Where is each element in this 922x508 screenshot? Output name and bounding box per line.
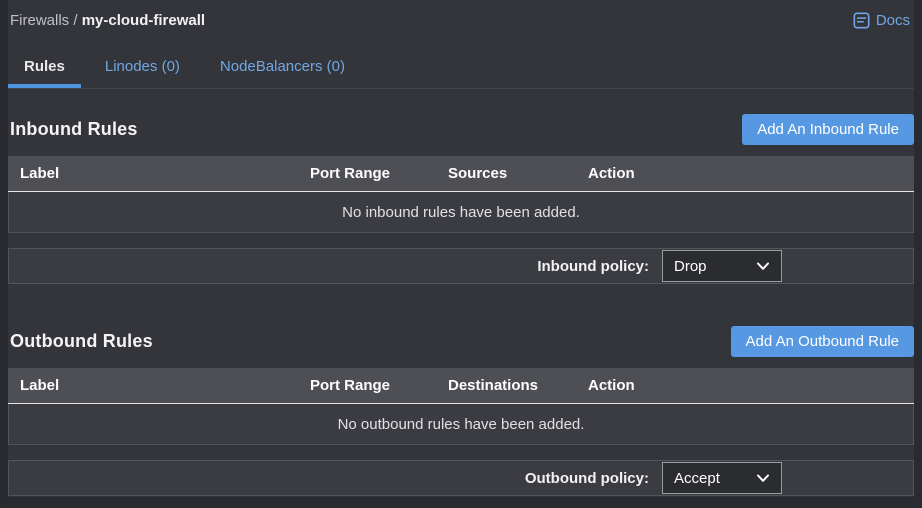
inbound-rules-table: Label Port Range Sources Action No inbou… [8,156,914,233]
chevron-down-icon [756,474,770,483]
inbound-empty-row: No inbound rules have been added. [8,192,914,233]
top-bar: Firewalls / my-cloud-firewall Docs [8,0,914,32]
docs-link-label: Docs [876,12,910,29]
docs-icon [853,12,870,29]
tab-rules[interactable]: Rules [8,48,81,88]
inbound-column-sources: Sources [448,165,588,182]
outbound-policy-label: Outbound policy: [525,470,649,487]
breadcrumb-firewalls-link[interactable]: Firewalls [10,12,69,29]
outbound-rules-table: Label Port Range Destinations Action No … [8,368,914,445]
outbound-empty-row: No outbound rules have been added. [8,404,914,445]
chevron-down-icon [756,262,770,271]
outbound-table-header-row: Label Port Range Destinations Action [8,368,914,404]
outbound-section-header: Outbound Rules Add An Outbound Rule [8,326,914,357]
inbound-empty-message: No inbound rules have been added. [342,204,580,221]
add-inbound-rule-button[interactable]: Add An Inbound Rule [742,114,914,145]
outbound-column-label: Label [8,377,310,394]
outbound-column-action: Action [588,377,914,394]
outbound-empty-message: No outbound rules have been added. [338,416,585,433]
inbound-policy-label: Inbound policy: [537,258,649,275]
inbound-rules-title: Inbound Rules [10,119,138,140]
breadcrumb-separator: / [73,12,81,29]
inbound-table-header-row: Label Port Range Sources Action [8,156,914,192]
inbound-column-action: Action [588,165,914,182]
inbound-section-header: Inbound Rules Add An Inbound Rule [8,114,914,145]
tab-bar: Rules Linodes (0) NodeBalancers (0) [8,48,914,89]
outbound-rules-title: Outbound Rules [10,331,153,352]
inbound-policy-select[interactable]: Drop [662,250,782,282]
add-outbound-rule-button[interactable]: Add An Outbound Rule [731,326,914,357]
inbound-policy-row: Inbound policy: Drop [8,248,914,284]
outbound-column-destinations: Destinations [448,377,588,394]
inbound-policy-value: Drop [674,258,707,275]
outbound-policy-value: Accept [674,470,720,487]
breadcrumb: Firewalls / my-cloud-firewall [10,12,205,29]
docs-link[interactable]: Docs [853,12,910,29]
tab-linodes[interactable]: Linodes (0) [89,48,196,88]
firewall-detail-page: Firewalls / my-cloud-firewall Docs Rules… [8,0,914,497]
tab-nodebalancers[interactable]: NodeBalancers (0) [204,48,361,88]
inbound-column-port-range: Port Range [310,165,448,182]
outbound-policy-row: Outbound policy: Accept [8,460,914,496]
inbound-column-label: Label [8,165,310,182]
outbound-column-port-range: Port Range [310,377,448,394]
outbound-policy-select[interactable]: Accept [662,462,782,494]
breadcrumb-current-firewall: my-cloud-firewall [82,12,205,29]
